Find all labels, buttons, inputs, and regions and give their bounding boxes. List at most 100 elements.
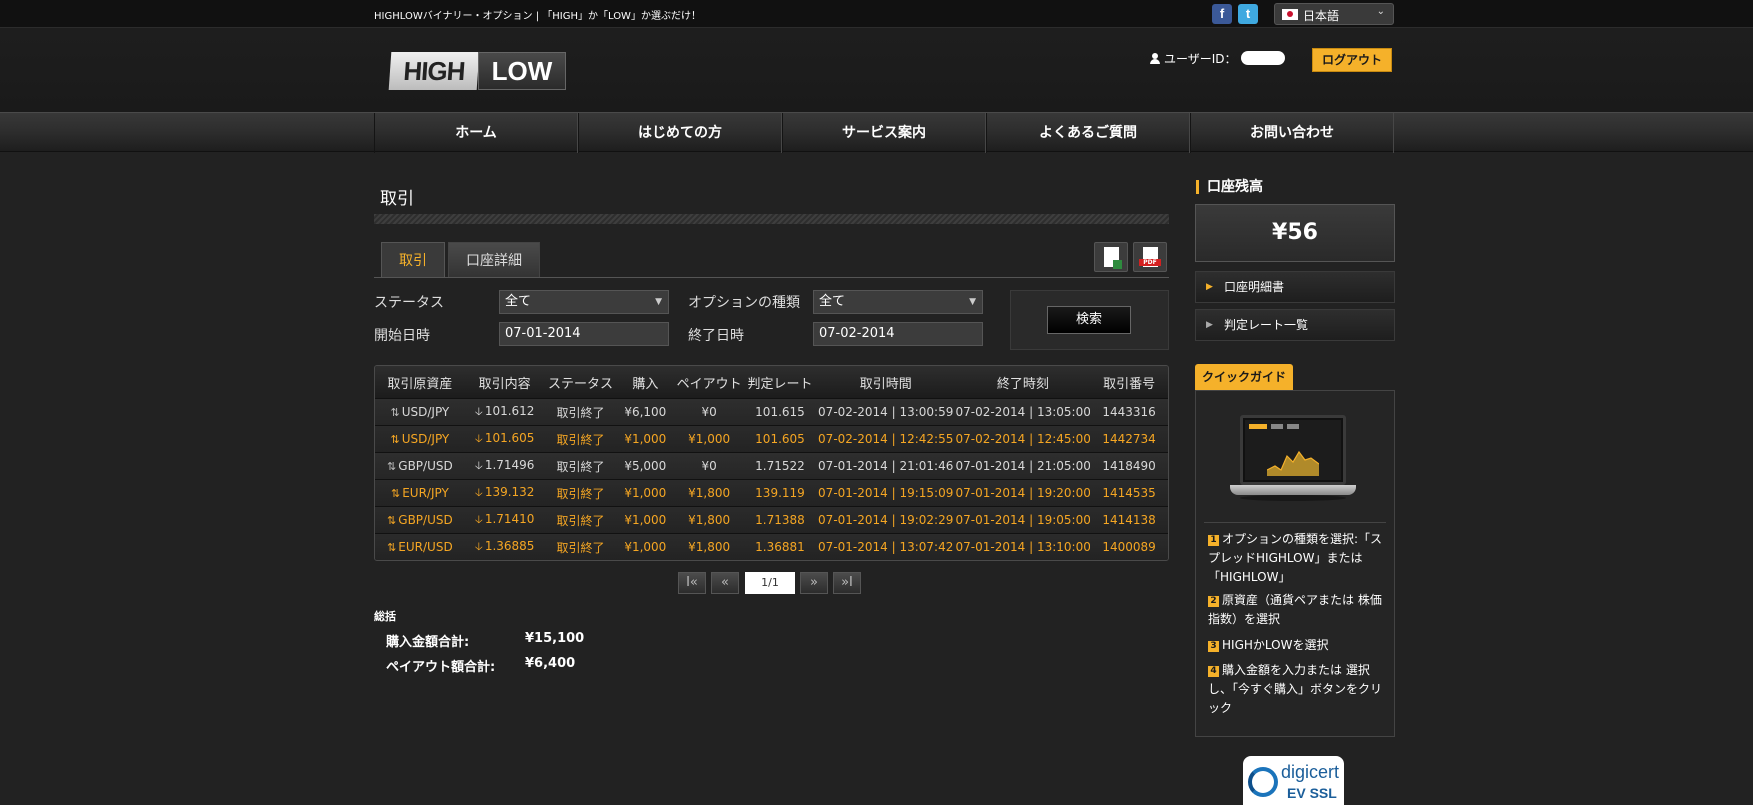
sidebar-item-judge-rates[interactable]: ▶ 判定レート一覧 — [1195, 309, 1395, 341]
col-header-purchase[interactable]: 購入 — [616, 373, 674, 392]
page-first-button[interactable]: I« — [678, 572, 706, 594]
language-label: 日本語 — [1303, 9, 1340, 23]
nav-item-beginners[interactable]: はじめての方 — [578, 113, 782, 153]
chevron-down-icon: ▼ — [969, 297, 976, 307]
nav-item-faq[interactable]: よくあるご質問 — [986, 113, 1190, 153]
col-header-trade-time[interactable]: 取引時間 — [816, 373, 956, 392]
page-last-button[interactable]: »I — [833, 572, 861, 594]
export-excel-button[interactable] — [1094, 242, 1128, 272]
page-prev-button[interactable]: « — [711, 572, 739, 594]
arrow-down-icon: 🡣 — [474, 485, 483, 499]
arrow-down-icon: 🡣 — [474, 539, 483, 553]
cell-trade-id: 1418490 — [1102, 459, 1156, 473]
cell-asset: ⇅ EUR/JPY — [390, 486, 449, 500]
table-row[interactable]: ⇅ EUR/JPY 🡣 139.132 取引終了 ¥1,000 ¥1,800 139… — [375, 479, 1168, 506]
page-indicator: 1/1 — [745, 572, 795, 594]
nav-item-home[interactable]: ホーム — [374, 113, 578, 153]
tab-trade[interactable]: 取引 — [381, 242, 445, 278]
end-date-label: 終了日時 — [688, 328, 744, 344]
col-header-asset[interactable]: 取引原資産 — [375, 373, 465, 392]
end-date-input[interactable]: 07-02-2014 — [813, 322, 983, 346]
balance-heading: 口座残高 — [1196, 180, 1263, 194]
option-type-select[interactable]: 全て ▼ — [813, 290, 983, 314]
cell-status: 取引終了 — [556, 405, 605, 420]
cell-payout: ¥1,800 — [688, 486, 731, 500]
updown-arrows-icon: ⇅ — [387, 514, 397, 527]
tab-divider — [374, 277, 1169, 278]
pdf-icon — [1139, 247, 1161, 267]
mini-chart-icon — [1267, 450, 1319, 476]
arrow-down-icon: 🡣 — [474, 431, 483, 445]
col-header-end-time[interactable]: 終了時刻 — [956, 373, 1091, 392]
highlow-logo[interactable]: HIGH LOW — [388, 46, 566, 96]
cell-trade-time: 07-01-2014 | 21:01:46 — [818, 459, 954, 473]
nav-item-services[interactable]: サービス案内 — [782, 113, 986, 153]
cell-trade-id: 1443316 — [1102, 405, 1156, 419]
digicert-logo-icon — [1248, 767, 1278, 797]
digicert-ssl-badge[interactable]: digicert EV SSL — [1243, 756, 1344, 805]
table-row[interactable]: ⇅ EUR/USD 🡣 1.36885 取引終了 ¥1,000 ¥1,800 1.3… — [375, 533, 1168, 560]
status-select-value: 全て — [505, 294, 532, 309]
table-row[interactable]: ⇅ USD/JPY 🡣 101.612 取引終了 ¥6,100 ¥0 101.615… — [375, 398, 1168, 425]
cell-status: 取引終了 — [556, 540, 605, 555]
export-pdf-button[interactable] — [1133, 242, 1167, 272]
option-type-select-value: 全て — [819, 294, 846, 309]
quick-guide-tab[interactable]: クイックガイド — [1195, 364, 1293, 390]
main-nav: ホーム はじめての方 サービス案内 よくあるご質問 お問い合わせ — [0, 112, 1753, 153]
cell-purchase: ¥1,000 — [624, 486, 667, 500]
account-balance: ¥56 — [1195, 204, 1395, 262]
triangle-right-icon: ▶ — [1206, 282, 1213, 292]
tab-account-details[interactable]: 口座詳細 — [448, 242, 540, 278]
option-type-label: オプションの種類 — [688, 295, 800, 311]
cell-payout: ¥1,000 — [688, 432, 731, 446]
col-header-trade-id[interactable]: 取引番号 — [1090, 373, 1168, 392]
top-bar: HIGHLOWバイナリー・オプション | 「HIGH」か「LOW」か選ぶだけ！ … — [0, 0, 1753, 28]
cell-purchase: ¥6,100 — [624, 405, 667, 419]
chevron-down-icon: ▼ — [655, 297, 662, 307]
page-title: 取引 — [380, 189, 414, 209]
cell-status: 取引終了 — [556, 486, 605, 501]
cell-payout: ¥0 — [701, 405, 717, 419]
col-header-judge-rate[interactable]: 判定レート — [744, 373, 816, 392]
arrow-down-icon: 🡣 — [474, 404, 483, 418]
arrow-down-icon: 🡣 — [474, 512, 483, 526]
twitter-icon[interactable]: t — [1238, 4, 1258, 24]
status-select[interactable]: 全て ▼ — [499, 290, 669, 314]
triangle-right-icon: ▶ — [1206, 320, 1213, 330]
guide-step-4: 4 購入金額を入力または 選択し、「今すぐ購入」ボタンをクリック — [1208, 663, 1383, 715]
cell-judge-rate: 101.615 — [755, 405, 805, 419]
cell-judge-rate: 101.605 — [755, 432, 805, 446]
japan-flag-icon — [1282, 9, 1298, 20]
search-button[interactable]: 検索 — [1047, 306, 1131, 334]
language-select[interactable]: 日本語 ⌄ — [1274, 3, 1394, 25]
payout-total-label: ペイアウト額合計: — [386, 660, 496, 675]
col-header-status[interactable]: ステータス — [545, 373, 617, 392]
header: HIGH LOW ユーザーID： ログアウト — [0, 28, 1753, 112]
cell-judge-rate: 1.36881 — [755, 540, 805, 554]
updown-arrows-icon: ⇅ — [387, 460, 397, 473]
cell-end-time: 07-01-2014 | 19:20:00 — [955, 486, 1091, 500]
cell-trade-id: 1414138 — [1102, 513, 1156, 527]
updown-arrows-icon: ⇅ — [390, 433, 400, 446]
logout-button[interactable]: ログアウト — [1312, 48, 1392, 72]
cell-purchase: ¥1,000 — [624, 540, 667, 554]
sidebar-item-statement[interactable]: ▶ 口座明細書 — [1195, 271, 1395, 303]
logo-high: HIGH — [388, 52, 480, 90]
cell-judge-rate: 139.119 — [755, 486, 805, 500]
updown-arrows-icon: ⇅ — [390, 406, 400, 419]
facebook-icon[interactable]: f — [1212, 4, 1232, 24]
table-row[interactable]: ⇅ GBP/USD 🡣 1.71410 取引終了 ¥1,000 ¥1,800 1.7… — [375, 506, 1168, 533]
start-date-input[interactable]: 07-01-2014 — [499, 322, 669, 346]
laptop-screen — [1240, 415, 1346, 485]
cell-payout: ¥1,800 — [688, 540, 731, 554]
page-next-button[interactable]: » — [800, 572, 828, 594]
nav-item-contact[interactable]: お問い合わせ — [1190, 113, 1394, 153]
cell-purchase: ¥5,000 — [624, 459, 667, 473]
table-row[interactable]: ⇅ GBP/USD 🡣 1.71496 取引終了 ¥5,000 ¥0 1.71522… — [375, 452, 1168, 479]
table-row[interactable]: ⇅ USD/JPY 🡣 101.605 取引終了 ¥1,000 ¥1,000 101… — [375, 425, 1168, 452]
cell-end-time: 07-02-2014 | 12:45:00 — [955, 432, 1091, 446]
cell-trade-time: 07-02-2014 | 13:00:59 — [818, 405, 954, 419]
col-header-payout[interactable]: ペイアウト — [674, 373, 744, 392]
col-header-trade[interactable]: 取引内容 — [465, 373, 545, 392]
excel-icon — [1104, 247, 1122, 269]
